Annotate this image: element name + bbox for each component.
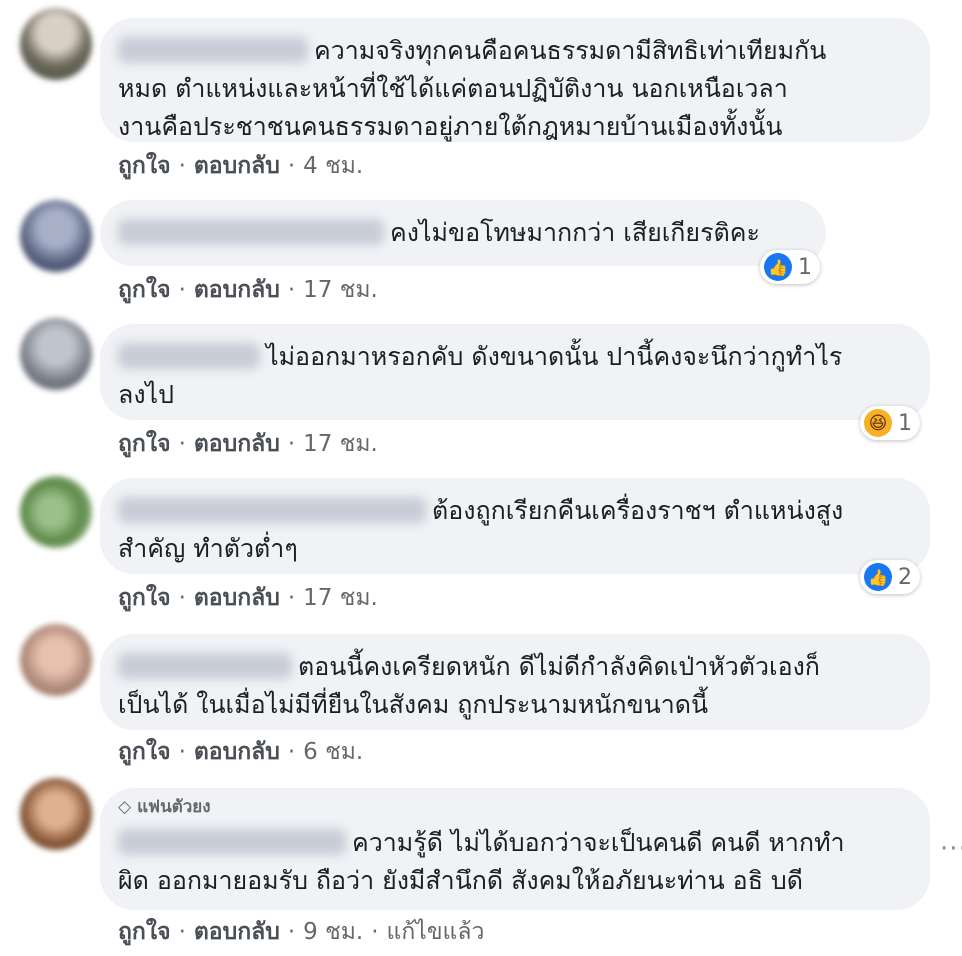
comment-actions: ถูกใจ · ตอบกลับ · 9 ชม. · แก้ไขแล้ว (118, 914, 484, 950)
comment-line: ความจริงทุกคนคือคนธรรมดามีสิทธิเท่าเทียม… (314, 36, 827, 65)
reply-button[interactable]: ตอบกลับ (194, 919, 280, 945)
timestamp[interactable]: 17 ชม. (303, 585, 378, 611)
edited-label: แก้ไขแล้ว (386, 919, 485, 945)
separator-dot: · (178, 153, 186, 179)
reaction-summary[interactable]: 👍 1 (760, 250, 820, 284)
avatar[interactable] (20, 8, 92, 80)
like-icon: 👍 (764, 253, 792, 281)
comment-bubble: ◇ แฟนตัวยง ความรู้ดี ไม่ได้บอกว่าจะเป็นคน… (100, 788, 930, 910)
like-button[interactable]: ถูกใจ (118, 919, 171, 945)
separator-dot: · (287, 585, 296, 611)
separator-dot: · (178, 585, 186, 611)
reply-button[interactable]: ตอบกลับ (194, 739, 280, 765)
comment-line: สำคัญ ทำตัวต่ำๆ (118, 534, 298, 563)
separator-dot: · (287, 153, 296, 179)
comment-line: ตอนนี้คงเครียดหนัก ดีไม่ดีกำลังคิดเป่าหั… (298, 652, 820, 681)
comment-line: ไม่ออกมาหรอกคับ ดังขนาดนั้น ปานี้คงจะนึก… (266, 342, 843, 371)
reaction-count: 1 (798, 254, 812, 280)
reply-button[interactable]: ตอบกลับ (194, 585, 280, 611)
comment-bubble: ต้องถูกเรียกคืนเครื่องราชฯ ตำแหน่งสูง สำ… (100, 478, 930, 574)
comment-line: ความรู้ดี ไม่ได้บอกว่าจะเป็นคนดี คนดี หา… (352, 828, 845, 857)
reaction-summary[interactable]: 👍 2 (860, 560, 920, 594)
reaction-count: 2 (898, 564, 912, 590)
comment-line: หมด ตำแหน่งและหน้าที่ใช้ได้แค่ตอนปฏิบัติ… (118, 74, 788, 103)
comment-line: ผิด ออกมายอมรับ ถือว่า ยังมีสำนึกดี สังค… (118, 866, 804, 895)
like-button[interactable]: ถูกใจ (118, 431, 171, 457)
like-button[interactable]: ถูกใจ (118, 277, 171, 303)
comment-actions: ถูกใจ · ตอบกลับ · 17 ชม. (118, 580, 378, 616)
reaction-summary[interactable]: 😆 1 (860, 406, 920, 440)
separator-dot: · (287, 739, 296, 765)
separator-dot: · (287, 277, 296, 303)
separator-dot: · (287, 919, 296, 945)
comment-actions: ถูกใจ · ตอบกลับ · 4 ชม. (118, 148, 363, 184)
separator-dot: · (178, 919, 186, 945)
comment-actions: ถูกใจ · ตอบกลับ · 17 ชม. (118, 426, 378, 462)
avatar[interactable] (20, 778, 92, 850)
timestamp[interactable]: 4 ชม. (303, 153, 363, 179)
more-options-icon[interactable]: ··· (940, 834, 962, 864)
haha-icon: 😆 (864, 409, 892, 437)
badge-label: แฟนตัวยง (137, 797, 211, 817)
comment-actions: ถูกใจ · ตอบกลับ · 17 ชม. (118, 272, 378, 308)
avatar[interactable] (20, 318, 92, 390)
timestamp[interactable]: 9 ชม. (303, 919, 363, 945)
author-name[interactable] (118, 37, 308, 63)
like-icon: 👍 (864, 563, 892, 591)
author-name[interactable] (118, 497, 426, 523)
comment-bubble: คงไม่ขอโทษมากกว่า เสียเกียรติคะ (100, 200, 826, 266)
timestamp[interactable]: 17 ชม. (303, 431, 378, 457)
comment-line: งานคือประชาชนคนธรรมดาอยู่ภายใต้กฎหมายบ้า… (118, 112, 783, 141)
comment-line: ลงไป (118, 380, 174, 409)
top-fan-badge: ◇ แฟนตัวยง (118, 796, 910, 818)
author-name[interactable] (118, 829, 346, 855)
separator-dot: · (287, 431, 296, 457)
avatar[interactable] (20, 476, 92, 548)
comment-line: ต้องถูกเรียกคืนเครื่องราชฯ ตำแหน่งสูง (432, 496, 844, 525)
diamond-icon: ◇ (118, 797, 132, 817)
reply-button[interactable]: ตอบกลับ (194, 431, 280, 457)
comment-bubble: ตอนนี้คงเครียดหนัก ดีไม่ดีกำลังคิดเป่าหั… (100, 634, 930, 730)
separator-dot: · (371, 919, 379, 945)
author-name[interactable] (118, 343, 260, 369)
author-name[interactable] (118, 653, 292, 679)
comment-line: คงไม่ขอโทษมากกว่า เสียเกียรติคะ (390, 218, 760, 247)
comment-bubble: ไม่ออกมาหรอกคับ ดังขนาดนั้น ปานี้คงจะนึก… (100, 324, 930, 420)
separator-dot: · (178, 277, 186, 303)
comment-actions: ถูกใจ · ตอบกลับ · 6 ชม. (118, 734, 363, 770)
reply-button[interactable]: ตอบกลับ (194, 277, 280, 303)
separator-dot: · (178, 431, 186, 457)
like-button[interactable]: ถูกใจ (118, 153, 171, 179)
author-name[interactable] (118, 219, 384, 245)
reaction-count: 1 (898, 410, 912, 436)
timestamp[interactable]: 6 ชม. (303, 739, 363, 765)
comment-line: เป็นได้ ในเมื่อไม่มีที่ยืนในสังคม ถูกประ… (118, 690, 709, 719)
like-button[interactable]: ถูกใจ (118, 585, 171, 611)
reply-button[interactable]: ตอบกลับ (194, 153, 280, 179)
separator-dot: · (178, 739, 186, 765)
comment-bubble: ความจริงทุกคนคือคนธรรมดามีสิทธิเท่าเทียม… (100, 18, 930, 142)
avatar[interactable] (20, 200, 92, 272)
timestamp[interactable]: 17 ชม. (303, 277, 378, 303)
like-button[interactable]: ถูกใจ (118, 739, 171, 765)
avatar[interactable] (20, 624, 92, 696)
